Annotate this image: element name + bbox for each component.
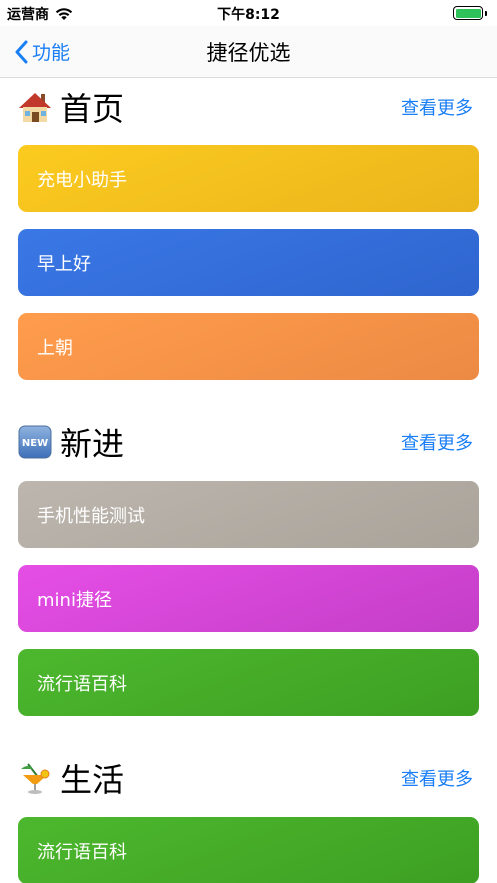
see-more-link[interactable]: 查看更多 — [401, 765, 473, 791]
status-time: 下午8:12 — [217, 7, 280, 23]
shortcut-card-1-2[interactable]: 流行语百科 — [18, 649, 479, 716]
page-title: 捷径优选 — [206, 41, 291, 65]
shortcut-card-2-0[interactable]: 流行语百科 — [18, 817, 479, 883]
shortcut-card-label: 流行语百科 — [37, 673, 127, 695]
new-badge-icon: NEW — [18, 425, 52, 459]
section-header-new: NEW 新进 查看更多 — [18, 420, 473, 464]
section-header-home: 首页 查看更多 — [18, 85, 473, 129]
shortcut-card-1-0[interactable]: 手机性能测试 — [18, 481, 479, 548]
shortcut-card-label: 充电小助手 — [37, 169, 127, 191]
see-more-link[interactable]: 查看更多 — [401, 94, 473, 120]
section-title: 新进 — [60, 425, 125, 463]
battery-indicator — [453, 6, 487, 20]
svg-text:NEW: NEW — [22, 438, 48, 449]
shortcut-card-label: 流行语百科 — [37, 841, 127, 863]
shortcut-card-0-0[interactable]: 充电小助手 — [18, 145, 479, 212]
shortcut-card-label: 手机性能测试 — [37, 505, 145, 527]
battery-icon — [453, 6, 483, 20]
battery-tip — [485, 10, 487, 16]
navigation-bar: 功能 捷径优选 — [0, 26, 497, 78]
section-title: 生活 — [60, 761, 125, 799]
section-header-life: 生活 查看更多 — [18, 756, 473, 800]
shortcut-card-0-1[interactable]: 早上好 — [18, 229, 479, 296]
house-emoji-icon — [18, 90, 52, 124]
shortcut-card-label: mini捷径 — [37, 589, 112, 611]
battery-level-fill — [455, 8, 481, 18]
section-title: 首页 — [60, 90, 125, 128]
shortcut-card-label: 上朝 — [37, 337, 73, 359]
shortcut-card-0-2[interactable]: 上朝 — [18, 313, 479, 380]
shortcut-card-1-1[interactable]: mini捷径 — [18, 565, 479, 632]
status-bar: 运营商 下午8:12 — [0, 0, 497, 26]
see-more-link[interactable]: 查看更多 — [401, 429, 473, 455]
shortcut-card-label: 早上好 — [37, 253, 91, 275]
tropical-drink-icon — [18, 761, 52, 795]
